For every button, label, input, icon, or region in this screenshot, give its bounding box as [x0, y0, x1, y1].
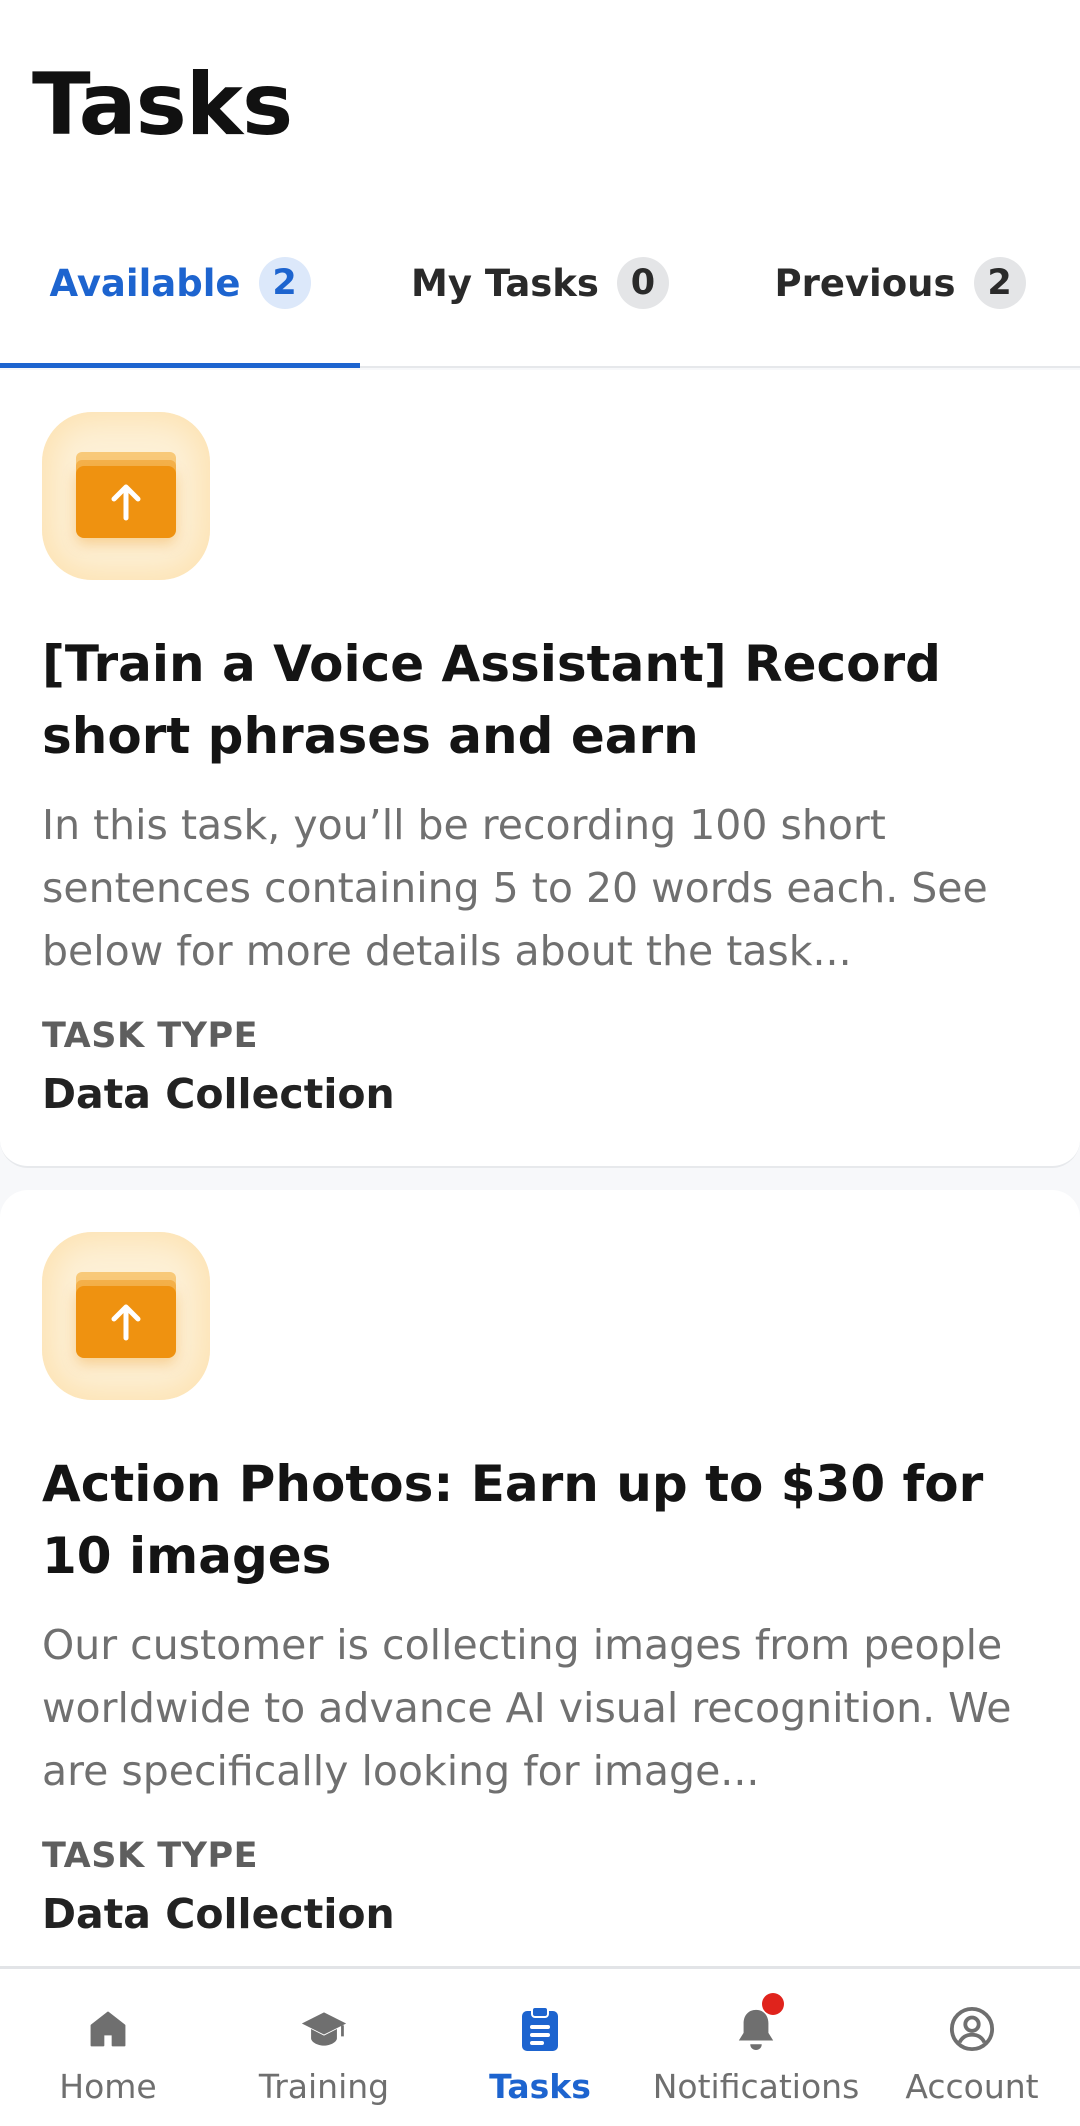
task-type-value: Data Collection [42, 1890, 395, 1938]
tab-count-badge: 2 [973, 257, 1026, 309]
upload-tray-icon [42, 412, 210, 580]
task-title: [Train a Voice Assistant] Record short p… [42, 635, 941, 765]
tab-available[interactable]: Available 2 [0, 200, 360, 368]
tab-my-tasks[interactable]: My Tasks 0 [360, 200, 720, 366]
account-circle-icon [948, 2005, 996, 2053]
task-type-label: TASK TYPE [42, 1836, 259, 1876]
nav-account[interactable]: Account [864, 1969, 1080, 2126]
task-description: Our customer is collecting images from p… [42, 1621, 1012, 1795]
task-title: Action Photos: Earn up to $30 for 10 ima… [42, 1455, 984, 1585]
notification-dot [762, 1993, 784, 2015]
nav-notifications[interactable]: Notifications [648, 1969, 864, 2126]
page-title: Tasks [32, 55, 293, 155]
nav-label: Training [258, 2067, 390, 2106]
tab-previous[interactable]: Previous 2 [720, 200, 1080, 366]
bottom-navigation: Home Training Tasks Notifications Accoun… [0, 1966, 1080, 2126]
header: Tasks [0, 0, 1080, 200]
nav-home[interactable]: Home [0, 1969, 216, 2126]
nav-training[interactable]: Training [216, 1969, 432, 2126]
nav-label: Home [59, 2067, 157, 2106]
tab-label: Available [49, 261, 241, 305]
tab-count-badge: 0 [616, 257, 669, 309]
tab-count-badge: 2 [258, 257, 311, 309]
upload-tray-icon [42, 1232, 210, 1400]
task-card[interactable]: Action Photos: Earn up to $30 for 10 ima… [0, 1190, 1080, 1966]
nav-label: Account [905, 2067, 1039, 2106]
tasks-screen: Tasks Available 2 My Tasks 0 Previous 2 … [0, 0, 1080, 2126]
nav-tasks[interactable]: Tasks [432, 1969, 648, 2126]
task-card[interactable]: [Train a Voice Assistant] Record short p… [0, 370, 1080, 1168]
clipboard-list-icon [516, 2005, 564, 2053]
task-description: In this task, you’ll be recording 100 sh… [42, 801, 988, 975]
tab-label: My Tasks [411, 261, 599, 305]
task-type-label: TASK TYPE [42, 1016, 259, 1056]
tab-label: Previous [774, 261, 956, 305]
nav-label: Tasks [489, 2067, 591, 2106]
home-icon [84, 2005, 132, 2053]
task-type-value: Data Collection [42, 1070, 395, 1118]
arrow-up-icon [111, 484, 141, 521]
arrow-up-icon [111, 1304, 141, 1341]
task-tabs: Available 2 My Tasks 0 Previous 2 [0, 200, 1080, 368]
nav-label: Notifications [652, 2067, 860, 2106]
graduation-cap-icon [300, 2005, 348, 2053]
bell-icon [732, 1993, 784, 2053]
